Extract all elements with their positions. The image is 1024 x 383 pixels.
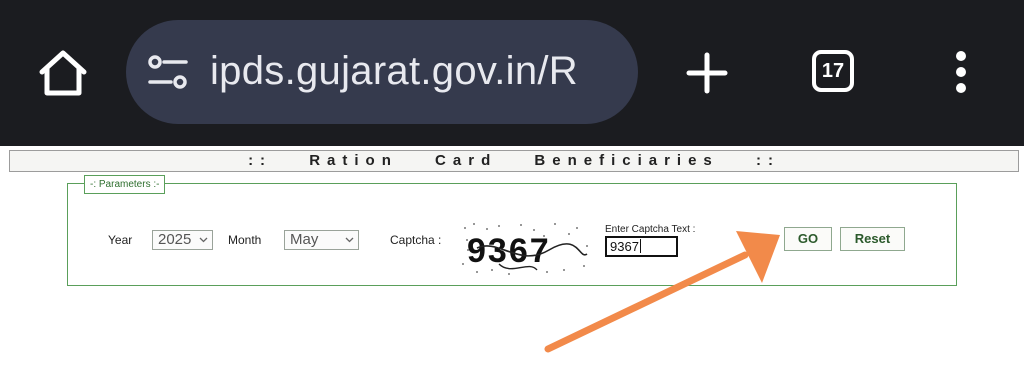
home-icon[interactable] xyxy=(36,48,90,98)
year-value: 2025 xyxy=(158,231,192,248)
month-select[interactable]: May xyxy=(284,230,359,250)
page-header: :: Ration Card Beneficiaries :: xyxy=(9,150,1019,172)
tab-switcher-button[interactable]: 17 xyxy=(812,50,854,92)
more-menu-icon[interactable] xyxy=(954,50,968,94)
year-label: Year xyxy=(108,233,133,247)
url-text[interactable]: ipds.gujarat.gov.in/R xyxy=(210,46,578,96)
address-bar[interactable]: ipds.gujarat.gov.in/R xyxy=(126,20,638,124)
new-tab-icon[interactable] xyxy=(686,52,728,94)
month-label: Month xyxy=(228,233,262,247)
chevron-down-icon xyxy=(345,237,354,243)
month-value: May xyxy=(290,231,319,248)
reset-button[interactable]: Reset xyxy=(840,227,905,251)
browser-toolbar: ipds.gujarat.gov.in/R 17 xyxy=(0,0,1024,146)
year-select[interactable]: 2025 xyxy=(152,230,213,250)
site-settings-icon[interactable] xyxy=(148,54,188,90)
parameters-legend: -: Parameters :- xyxy=(84,175,166,194)
annotation-arrow-icon xyxy=(544,231,780,353)
captcha-label: Captcha : xyxy=(390,233,442,247)
chevron-down-icon xyxy=(199,237,208,243)
page-title: :: Ration Card Beneficiaries :: xyxy=(248,152,780,169)
